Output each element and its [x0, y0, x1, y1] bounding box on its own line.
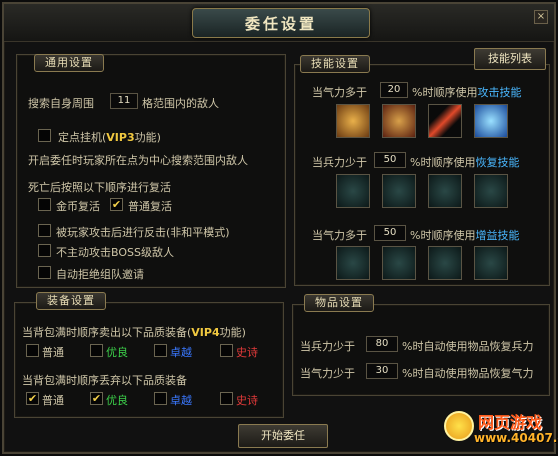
heal-threshold-input[interactable]: 50: [374, 152, 406, 168]
troop-item-suffix: %时自动使用物品恢复兵力: [402, 340, 534, 353]
sell-title-suffix: 功能): [219, 326, 246, 339]
sell-good-checkbox[interactable]: [90, 344, 103, 357]
vip3-badge: VIP3: [106, 131, 135, 144]
buff-skill-slot-2[interactable]: [382, 246, 416, 280]
buff-skill-text: %时顺序使用增益技能: [410, 227, 519, 243]
gold-revive-checkbox[interactable]: [38, 198, 51, 211]
reject-team-checkbox[interactable]: [38, 266, 51, 279]
discard-good-checkbox[interactable]: ✔: [90, 392, 103, 405]
attack-threshold-input[interactable]: 20: [380, 82, 408, 98]
equipment-settings-tab: 装备设置: [36, 292, 106, 310]
troop-item-prefix: 当兵力少于: [300, 340, 355, 353]
counter-attack-label: 被玩家攻击后进行反击(非和平模式): [56, 226, 230, 239]
counter-attack-checkbox[interactable]: [38, 224, 51, 237]
watermark: 网页游戏 www.40407.com: [444, 409, 558, 455]
title-bar: 委任设置 ×: [4, 4, 554, 42]
buff-skill-mid: %时顺序使用: [410, 229, 476, 242]
troop-threshold-input[interactable]: 80: [366, 336, 398, 352]
sell-epic-label: 史诗: [236, 346, 258, 359]
heal-skill-text: %时顺序使用恢复技能: [410, 154, 519, 170]
attack-skill-type: 攻击技能: [477, 86, 522, 99]
skill-list-button[interactable]: 技能列表: [474, 48, 546, 70]
discard-title: 当背包满时顺序丢弃以下品质装备: [22, 374, 187, 387]
sell-excellent-label: 卓越: [170, 346, 192, 359]
start-delegate-button[interactable]: 开始委任: [238, 424, 328, 448]
fixed-point-checkbox[interactable]: [38, 129, 51, 142]
sell-title-prefix: 当背包满时顺序卖出以下品质装备(: [22, 326, 192, 339]
buff-skill-type: 增益技能: [475, 229, 520, 242]
buff-skill-slot-4[interactable]: [474, 246, 508, 280]
normal-revive-label: 普通复活: [128, 200, 172, 213]
general-settings-tab: 通用设置: [34, 54, 104, 72]
gold-revive-label: 金币复活: [56, 200, 100, 213]
attack-skill-slot-2[interactable]: [382, 104, 416, 138]
buff-skill-prefix: 当气力多于: [312, 229, 367, 242]
qi-threshold-input[interactable]: 30: [366, 363, 398, 379]
heal-skill-type: 恢复技能: [475, 156, 520, 169]
watermark-url: www.40407.com: [474, 431, 558, 445]
fixed-point-label-text: 定点挂机(: [58, 131, 107, 144]
attack-skill-slot-1[interactable]: [336, 104, 370, 138]
window-title: 委任设置: [192, 8, 370, 38]
item-settings-tab: 物品设置: [304, 294, 374, 312]
discard-epic-checkbox[interactable]: [220, 392, 233, 405]
buff-skill-slot-3[interactable]: [428, 246, 462, 280]
search-range-prefix: 搜索自身周围: [28, 97, 94, 110]
attack-skill-mid: %时顺序使用: [412, 86, 478, 99]
fixed-point-label-suffix: 功能): [134, 131, 161, 144]
sell-good-label: 优良: [106, 346, 128, 359]
heal-skill-prefix: 当兵力少于: [312, 156, 367, 169]
discard-good-label: 优良: [106, 394, 128, 407]
heal-skill-slot-3[interactable]: [428, 174, 462, 208]
search-range-input[interactable]: 11: [110, 93, 138, 109]
attack-skill-text: %时顺序使用攻击技能: [412, 84, 521, 100]
no-boss-label: 不主动攻击BOSS级敌人: [56, 246, 174, 259]
no-boss-checkbox[interactable]: [38, 244, 51, 257]
search-range-suffix: 格范围内的敌人: [142, 97, 219, 110]
sell-excellent-checkbox[interactable]: [154, 344, 167, 357]
close-button[interactable]: ×: [534, 10, 548, 24]
watermark-title: 网页游戏: [478, 413, 543, 432]
sell-common-label: 普通: [42, 346, 64, 359]
reject-team-label: 自动拒绝组队邀请: [56, 268, 144, 281]
heal-skill-mid: %时顺序使用: [410, 156, 476, 169]
qi-item-prefix: 当气力少于: [300, 367, 355, 380]
smiley-logo-icon: [444, 411, 474, 441]
buff-skill-slot-1[interactable]: [336, 246, 370, 280]
attack-skill-slot-3[interactable]: [428, 104, 462, 138]
heal-skill-slot-4[interactable]: [474, 174, 508, 208]
discard-excellent-label: 卓越: [170, 394, 192, 407]
discard-common-checkbox[interactable]: ✔: [26, 392, 39, 405]
revive-order-title: 死亡后按照以下顺序进行复活: [28, 181, 171, 194]
fixed-point-label: 定点挂机(VIP3功能): [58, 129, 161, 145]
normal-revive-checkbox[interactable]: ✔: [110, 198, 123, 211]
heal-skill-slot-1[interactable]: [336, 174, 370, 208]
heal-skill-slot-2[interactable]: [382, 174, 416, 208]
sell-common-checkbox[interactable]: [26, 344, 39, 357]
discard-excellent-checkbox[interactable]: [154, 392, 167, 405]
qi-item-suffix: %时自动使用物品恢复气力: [402, 367, 534, 380]
sell-epic-checkbox[interactable]: [220, 344, 233, 357]
discard-common-label: 普通: [42, 394, 64, 407]
delegate-settings-window: 委任设置 × 通用设置 搜索自身周围 11 格范围内的敌人 定点挂机(VIP3功…: [2, 2, 558, 455]
discard-epic-label: 史诗: [236, 394, 258, 407]
attack-skill-slot-4[interactable]: [474, 104, 508, 138]
skill-settings-tab: 技能设置: [300, 55, 370, 73]
attack-skill-prefix: 当气力多于: [312, 86, 367, 99]
vip4-badge: VIP4: [191, 326, 220, 339]
sell-title: 当背包满时顺序卖出以下品质装备(VIP4功能): [22, 324, 246, 340]
buff-threshold-input[interactable]: 50: [374, 225, 406, 241]
fixed-point-description: 开启委任时玩家所在点为中心搜索范围内敌人: [28, 154, 248, 167]
